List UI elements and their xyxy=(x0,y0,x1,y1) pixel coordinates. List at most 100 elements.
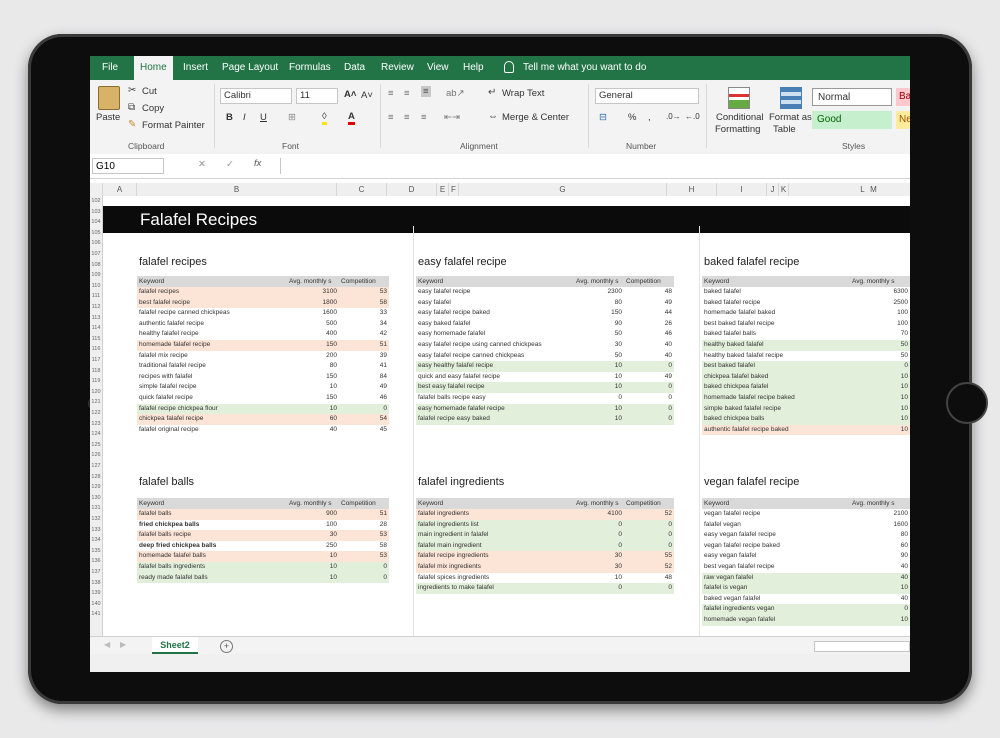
volume-cell[interactable]: 10 xyxy=(289,573,337,584)
row-header[interactable]: 138 xyxy=(90,578,102,589)
competition-cell[interactable]: 44 xyxy=(626,308,672,319)
borders-icon[interactable]: ⊞ xyxy=(288,112,296,123)
row-header[interactable]: 136 xyxy=(90,556,102,567)
keyword-cell[interactable]: falafel vegan xyxy=(704,520,848,531)
name-box[interactable]: G10 xyxy=(92,158,164,174)
format-as-table-label[interactable]: Format as xyxy=(769,112,812,123)
volume-cell[interactable]: 6300 xyxy=(852,287,908,298)
row-header[interactable]: 133 xyxy=(90,525,102,536)
competition-cell[interactable]: 54 xyxy=(341,414,387,425)
row-header[interactable]: 134 xyxy=(90,535,102,546)
keyword-cell[interactable]: easy falafel recipe canned chickpeas xyxy=(418,351,572,362)
row-header[interactable]: 139 xyxy=(90,588,102,599)
row-header[interactable]: 103 xyxy=(90,207,102,218)
keyword-cell[interactable]: healthy falafel recipe xyxy=(139,329,285,340)
keyword-cell[interactable]: baked falafel xyxy=(704,287,848,298)
tab-file[interactable]: File xyxy=(102,56,118,80)
italic-button[interactable]: I xyxy=(243,112,246,123)
volume-cell[interactable]: 10 xyxy=(576,414,622,425)
keyword-cell[interactable]: authentic falafel recipe xyxy=(139,319,285,330)
conditional-formatting-label-2[interactable]: Formatting xyxy=(715,124,760,135)
volume-cell[interactable]: 0 xyxy=(576,520,622,531)
keyword-cell[interactable]: falafel balls recipe xyxy=(139,530,285,541)
volume-cell[interactable]: 50 xyxy=(852,340,908,351)
style-neutral[interactable]: Ne xyxy=(896,111,910,129)
competition-cell[interactable]: 53 xyxy=(341,287,387,298)
competition-cell[interactable]: 52 xyxy=(626,562,672,573)
keyword-cell[interactable]: best easy falafel recipe xyxy=(418,382,572,393)
competition-cell[interactable]: 58 xyxy=(341,298,387,309)
column-header[interactable]: D xyxy=(387,183,437,196)
volume-cell[interactable]: 10 xyxy=(576,573,622,584)
competition-cell[interactable]: 53 xyxy=(341,530,387,541)
row-header[interactable]: 111 xyxy=(90,291,102,302)
volume-cell[interactable]: 250 xyxy=(289,541,337,552)
keyword-cell[interactable]: falafel ingredients xyxy=(418,509,572,520)
number-format-dropdown[interactable]: General xyxy=(595,88,699,104)
volume-cell[interactable]: 2500 xyxy=(852,298,908,309)
keyword-cell[interactable]: vegan falafel recipe baked xyxy=(704,541,848,552)
volume-cell[interactable]: 1600 xyxy=(852,520,908,531)
volume-cell[interactable]: 10 xyxy=(852,583,908,594)
add-sheet-button[interactable]: + xyxy=(220,640,233,653)
keyword-cell[interactable]: falafel balls ingredients xyxy=(139,562,285,573)
keyword-cell[interactable]: baked falafel balls xyxy=(704,329,848,340)
keyword-cell[interactable]: healthy baked falafel recipe xyxy=(704,351,848,362)
keyword-cell[interactable]: quick falafel recipe xyxy=(139,393,285,404)
volume-cell[interactable]: 10 xyxy=(576,404,622,415)
competition-cell[interactable]: 48 xyxy=(626,287,672,298)
scroll-left-icon[interactable]: ◀ xyxy=(104,640,110,649)
volume-cell[interactable]: 0 xyxy=(576,393,622,404)
keyword-cell[interactable]: raw vegan falafel xyxy=(704,573,848,584)
keyword-cell[interactable]: ready made falafel balls xyxy=(139,573,285,584)
paste-icon[interactable] xyxy=(98,86,120,110)
column-header[interactable]: J xyxy=(767,183,779,196)
format-painter-button[interactable]: Format Painter xyxy=(142,120,205,131)
keyword-cell[interactable]: falafel mix ingredients xyxy=(418,562,572,573)
keyword-cell[interactable]: easy vegan falafel recipe xyxy=(704,530,848,541)
increase-decimal-icon[interactable]: .0→ xyxy=(666,112,681,121)
keyword-cell[interactable]: easy falafel recipe xyxy=(418,287,572,298)
competition-cell[interactable]: 55 xyxy=(626,551,672,562)
volume-cell[interactable]: 40 xyxy=(852,562,908,573)
keyword-cell[interactable]: traditional falafel recipe xyxy=(139,361,285,372)
keyword-cell[interactable]: falafel recipe canned chickpeas xyxy=(139,308,285,319)
column-header-cell[interactable]: Avg. monthly s xyxy=(852,498,910,509)
keyword-cell[interactable]: falafel recipe chickpea flour xyxy=(139,404,285,415)
keyword-cell[interactable]: homemade falafel recipe baked xyxy=(704,393,848,404)
enter-icon[interactable]: ✓ xyxy=(226,159,234,170)
competition-cell[interactable]: 0 xyxy=(626,393,672,404)
column-header[interactable]: F xyxy=(449,183,459,196)
column-header[interactable]: A xyxy=(103,183,137,196)
column-header-cell[interactable]: Competition xyxy=(626,498,674,509)
column-header-cell[interactable]: Competition xyxy=(341,498,389,509)
competition-cell[interactable]: 42 xyxy=(341,329,387,340)
volume-cell[interactable]: 10 xyxy=(576,382,622,393)
column-header[interactable]: I xyxy=(717,183,767,196)
column-header-cell[interactable]: Avg. monthly s xyxy=(289,276,339,287)
style-good[interactable]: Good xyxy=(812,111,892,129)
row-header[interactable]: 113 xyxy=(90,313,102,324)
row-header[interactable]: 109 xyxy=(90,270,102,281)
volume-cell[interactable]: 90 xyxy=(852,551,908,562)
volume-cell[interactable]: 0 xyxy=(576,583,622,594)
volume-cell[interactable]: 80 xyxy=(289,361,337,372)
insert-function-button[interactable]: fx xyxy=(254,158,261,169)
volume-cell[interactable]: 40 xyxy=(852,594,908,605)
keyword-cell[interactable]: main ingredient in falafel xyxy=(418,530,572,541)
keyword-cell[interactable]: healthy baked falafel xyxy=(704,340,848,351)
competition-cell[interactable]: 0 xyxy=(341,404,387,415)
row-header[interactable]: 123 xyxy=(90,419,102,430)
column-header-cell[interactable]: Keyword xyxy=(704,498,850,509)
format-as-table-label-2[interactable]: Table xyxy=(773,124,796,135)
column-header[interactable]: K xyxy=(779,183,789,196)
column-header[interactable]: E xyxy=(437,183,449,196)
volume-cell[interactable]: 10 xyxy=(289,551,337,562)
column-header-cell[interactable]: Avg. monthly s xyxy=(576,276,624,287)
row-header[interactable]: 127 xyxy=(90,461,102,472)
volume-cell[interactable]: 10 xyxy=(852,393,908,404)
column-header-cell[interactable]: Keyword xyxy=(418,276,574,287)
competition-cell[interactable]: 49 xyxy=(341,382,387,393)
keyword-cell[interactable]: easy baked falafel xyxy=(418,319,572,330)
keyword-cell[interactable]: simple baked falafel recipe xyxy=(704,404,848,415)
